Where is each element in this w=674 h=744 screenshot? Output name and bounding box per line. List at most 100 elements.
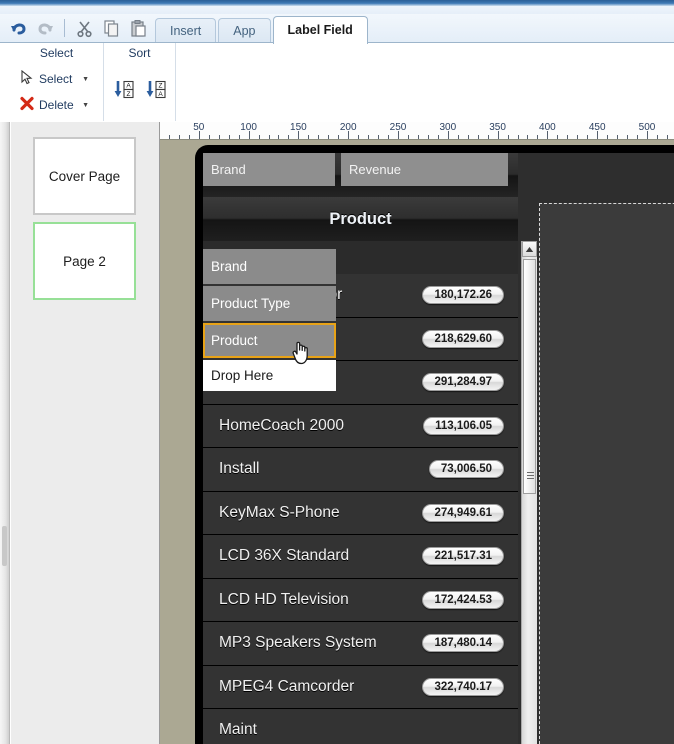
ribbon-panel: Select Select ▼ Delete ▼ Sort A Z Z A xyxy=(0,42,674,122)
chevron-down-icon[interactable]: ▼ xyxy=(82,102,93,109)
ruler-minor-tick xyxy=(627,135,629,139)
report-title: Product xyxy=(203,197,518,241)
table-row[interactable]: MPEG4 Camcorder 322,740.17 xyxy=(203,665,518,709)
ruler-minor-tick xyxy=(666,135,668,139)
table-row[interactable]: LCD HD Television 172,424.53 xyxy=(203,578,518,622)
pages-panel: Cover Page Page 2 xyxy=(11,122,160,744)
toolbar-separator xyxy=(64,19,65,37)
ruler-minor-tick xyxy=(477,135,479,139)
ruler-minor-tick xyxy=(318,135,320,139)
sort-az-icon[interactable]: A Z xyxy=(113,79,135,106)
quick-access-icon-group xyxy=(0,16,150,40)
scrollbar-grip xyxy=(527,472,534,479)
field-drag-panel[interactable]: Brand Product Type Product Drop Here xyxy=(203,249,336,391)
left-splitter[interactable] xyxy=(0,122,10,744)
tab-app[interactable]: App xyxy=(218,18,271,44)
ruler-minor-tick xyxy=(637,135,639,139)
ruler-minor-tick xyxy=(358,135,360,139)
svg-text:A: A xyxy=(158,90,163,97)
ruler-minor-tick xyxy=(457,135,459,139)
table-row[interactable]: LCD 36X Standard 221,517.31 xyxy=(203,535,518,579)
ruler-minor-tick xyxy=(218,135,220,139)
tab-insert[interactable]: Insert xyxy=(155,18,217,44)
row-revenue-pill: 291,284.97 xyxy=(422,373,504,392)
ruler-major-tick xyxy=(597,131,599,139)
drop-here-zone[interactable]: Drop Here xyxy=(203,360,336,391)
ruler-minor-tick xyxy=(368,135,370,139)
ruler-minor-tick xyxy=(378,135,380,139)
row-revenue-pill: 274,949.61 xyxy=(422,503,504,522)
scroll-up-icon[interactable] xyxy=(522,241,537,257)
undo-icon[interactable] xyxy=(6,16,30,40)
delete-button-label: Delete xyxy=(39,98,74,112)
ruler-major-tick xyxy=(198,131,200,139)
ruler-minor-tick xyxy=(427,135,429,139)
ruler-minor-tick xyxy=(617,135,619,139)
ruler-minor-tick xyxy=(178,135,180,139)
ribbon-group-sort-title: Sort xyxy=(128,46,151,60)
ruler-minor-tick xyxy=(388,135,390,139)
table-row[interactable]: Maint xyxy=(203,709,518,744)
select-button-label: Select xyxy=(39,72,73,86)
column-header-label: Brand xyxy=(211,162,246,177)
application-window: Insert App Label Field Select Select ▼ D… xyxy=(0,0,674,744)
ruler-major-tick xyxy=(248,131,250,139)
row-product-name: KeyMax S-Phone xyxy=(219,503,340,521)
row-revenue-pill: 218,629.60 xyxy=(422,329,504,348)
column-header-revenue[interactable]: Revenue xyxy=(341,153,508,186)
row-revenue-pill: 73,006.50 xyxy=(428,460,504,479)
scrollbar-thumb[interactable] xyxy=(523,259,536,494)
selected-object-region[interactable] xyxy=(539,203,674,744)
ribbon-group-sort-body: A Z Z A xyxy=(113,63,167,121)
row-product-name: LCD 36X Standard xyxy=(219,547,350,565)
table-row[interactable]: HomeCoach 2000 113,106.05 xyxy=(203,404,518,448)
sort-icon-group: A Z Z A xyxy=(113,79,167,106)
svg-text:Z: Z xyxy=(126,90,130,97)
red-x-icon xyxy=(20,96,34,114)
ruler-minor-tick xyxy=(656,135,658,139)
delete-button[interactable]: Delete ▼ xyxy=(18,94,95,116)
ruler-minor-tick xyxy=(278,135,280,139)
column-header-brand[interactable]: Brand xyxy=(203,153,335,186)
field-item-label: Brand xyxy=(211,259,248,274)
design-canvas[interactable]: Product tal Ca Brand Revenue Bluetooth A… xyxy=(160,140,674,744)
ruler-minor-tick xyxy=(467,135,469,139)
page-thumbnail-cover[interactable]: Cover Page xyxy=(33,137,136,215)
ruler-minor-tick xyxy=(577,135,579,139)
row-revenue-pill: 172,424.53 xyxy=(422,590,504,609)
ruler-major-tick xyxy=(298,131,300,139)
ruler-minor-tick xyxy=(268,135,270,139)
ribbon-groups: Select Select ▼ Delete ▼ Sort A Z Z A xyxy=(10,43,176,123)
report-vertical-scrollbar[interactable] xyxy=(521,241,537,744)
ruler-minor-tick xyxy=(527,135,529,139)
field-item-label: Product Type xyxy=(211,296,291,311)
ruler-minor-tick xyxy=(308,135,310,139)
ruler-minor-tick xyxy=(258,135,260,139)
ribbon-group-select-body: Select ▼ Delete ▼ xyxy=(18,63,95,121)
column-header-label: Revenue xyxy=(349,162,402,177)
field-item[interactable]: Brand xyxy=(203,249,336,284)
tab-label-field[interactable]: Label Field xyxy=(272,16,368,44)
ruler-major-tick xyxy=(447,131,449,139)
copy-icon[interactable] xyxy=(99,16,123,40)
ruler-major-tick xyxy=(348,131,350,139)
row-revenue-pill: 180,172.26 xyxy=(422,286,504,305)
ribbon-tab-bar: Insert App Label Field xyxy=(155,16,370,44)
splitter-grip[interactable] xyxy=(2,526,7,566)
device-frame: Product tal Ca Brand Revenue Bluetooth A… xyxy=(195,145,674,744)
cut-icon[interactable] xyxy=(72,16,96,40)
sort-za-icon[interactable]: Z A xyxy=(145,79,167,106)
field-item-label: Product xyxy=(211,333,258,348)
page-thumbnail-page2[interactable]: Page 2 xyxy=(33,222,136,300)
ruler-minor-tick xyxy=(537,135,539,139)
field-item[interactable]: Product Type xyxy=(203,286,336,321)
field-item-selected[interactable]: Product xyxy=(203,323,336,358)
table-row[interactable]: KeyMax S-Phone 274,949.61 xyxy=(203,491,518,535)
table-row[interactable]: Install 73,006.50 xyxy=(203,448,518,492)
select-button[interactable]: Select ▼ xyxy=(18,68,95,90)
ruler-minor-tick xyxy=(208,135,210,139)
row-product-name: Maint xyxy=(219,721,257,739)
paste-icon[interactable] xyxy=(126,16,150,40)
chevron-down-icon[interactable]: ▼ xyxy=(82,76,93,83)
table-row[interactable]: MP3 Speakers System 187,480.14 xyxy=(203,622,518,666)
